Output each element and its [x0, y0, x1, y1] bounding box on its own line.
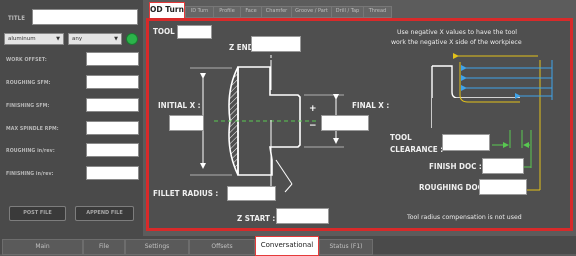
tool-clearance-label-line1: TOOL — [390, 133, 412, 142]
title-input[interactable] — [32, 9, 138, 25]
fillet-radius-label: FILLET RADIUS : — [153, 189, 219, 198]
finishing-sfm-input[interactable] — [86, 98, 139, 112]
bottom-tab-bar: Main File Settings Offsets Conversationa… — [0, 236, 576, 256]
final-x-label: FINAL X : — [352, 101, 390, 110]
tab-face[interactable]: Face — [240, 6, 262, 18]
tab-main[interactable]: Main — [2, 239, 83, 255]
tab-chamfer[interactable]: Chamfer — [261, 6, 292, 18]
z-start-label: Z START : — [237, 214, 276, 223]
z-end-input[interactable] — [251, 36, 301, 52]
left-panel: TITLE aluminum ▼ any ▼ WORK OFFSET: ROUG… — [0, 0, 143, 236]
post-file-button[interactable]: POST FILE — [9, 206, 66, 221]
material-select-value: aluminum — [8, 36, 36, 42]
status-led-icon — [126, 33, 138, 45]
chevron-down-icon: ▼ — [56, 36, 60, 42]
minus-sign: − — [309, 121, 317, 131]
tab-id-turn[interactable]: ID Turn — [185, 6, 214, 18]
finish-doc-input[interactable] — [482, 158, 524, 174]
tab-thread[interactable]: Thread — [363, 6, 392, 18]
append-file-button[interactable]: APPEND FILE — [75, 206, 134, 221]
plus-sign: + — [309, 104, 317, 114]
roughing-sfm-input[interactable] — [86, 75, 139, 89]
roughing-doc-input[interactable] — [479, 179, 527, 195]
tool-clearance-label-line2: CLEARANCE : — [390, 145, 444, 154]
tab-profile[interactable]: Profile — [213, 6, 241, 18]
title-label: TITLE — [8, 15, 25, 22]
tab-conversational[interactable]: Conversational — [255, 236, 319, 256]
finish-doc-label: FINISH DOC : — [429, 162, 482, 171]
tab-offsets[interactable]: Offsets — [189, 239, 255, 255]
tab-status[interactable]: Status (F1) — [319, 239, 373, 255]
note-negative-x-line1: Use negative X values to have the tool — [397, 29, 518, 36]
chevron-down-icon: ▼ — [114, 36, 118, 42]
initial-x-input[interactable] — [169, 115, 204, 131]
max-spindle-rpm-input[interactable] — [86, 121, 139, 135]
finishing-sfm-label: FINISHING SFM: — [6, 103, 50, 109]
tool-clearance-input[interactable] — [442, 134, 490, 151]
roughing-sfm-label: ROUGHING SFM: — [6, 80, 51, 86]
max-spindle-rpm-label: MAX SPINDLE RPM: — [6, 126, 59, 132]
tab-drill-tap[interactable]: Drill / Tap — [331, 6, 364, 18]
note-negative-x-line2: work the negative X side of the workpiec… — [391, 39, 522, 46]
tool-input[interactable] — [177, 25, 212, 39]
tab-file[interactable]: File — [83, 239, 125, 255]
second-select[interactable]: any ▼ — [68, 33, 122, 45]
z-start-input[interactable] — [276, 208, 329, 224]
final-x-input[interactable] — [321, 115, 369, 131]
roughing-feed-label: ROUGHING in/rev: — [6, 148, 55, 154]
work-offset-input[interactable] — [86, 52, 139, 66]
od-turn-panel: TOOL : Z END : INITIAL X : FINAL X : + −… — [146, 18, 573, 231]
finishing-feed-input[interactable] — [86, 166, 139, 180]
finishing-feed-label: FINISHING in/rev: — [6, 171, 54, 177]
roughing-feed-input[interactable] — [86, 143, 139, 157]
tab-settings[interactable]: Settings — [125, 239, 189, 255]
tab-groove-part[interactable]: Groove / Part — [291, 6, 332, 18]
note-radius-compensation: Tool radius compensation is not used — [407, 214, 522, 221]
fillet-radius-input[interactable] — [227, 186, 276, 201]
roughing-doc-label: ROUGHING DOC : — [419, 183, 489, 192]
work-offset-label: WORK OFFSET: — [6, 57, 47, 63]
material-select[interactable]: aluminum ▼ — [4, 33, 64, 45]
initial-x-label: INITIAL X : — [158, 101, 201, 110]
second-select-value: any — [72, 36, 83, 42]
